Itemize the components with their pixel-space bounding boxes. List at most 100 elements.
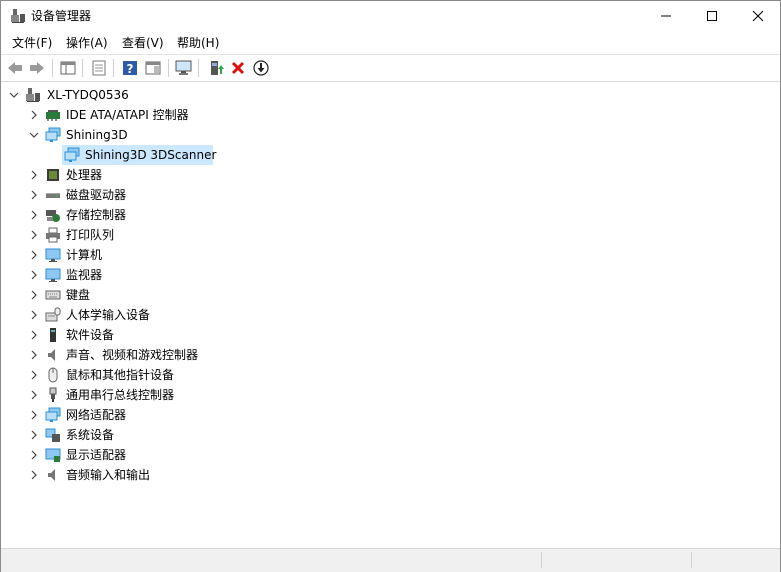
monitor-icon [45,268,61,282]
expand-expander[interactable] [28,345,40,365]
expand-expander[interactable] [28,425,40,445]
menu-file[interactable]: 文件(F) [10,35,54,51]
network-adapter-icon [45,407,61,422]
tree-item-keyboards[interactable]: 键盘 [1,285,151,305]
expand-expander[interactable] [28,305,40,325]
device-manager-icon [11,9,25,23]
tree-item-processors[interactable]: 处理器 [1,165,151,185]
help-button[interactable]: ? [121,59,139,77]
tree-item-shining3d[interactable]: Shining3D [1,125,151,145]
tree-item-ide-controllers[interactable]: IDE ATA/ATAPI 控制器 [1,105,231,125]
maximize-button[interactable] [689,1,735,31]
menu-help[interactable]: 帮助(H) [175,35,221,51]
speaker-icon [48,349,55,361]
mouse-icon [48,367,58,383]
tree-item-network-adapters[interactable]: 网络适配器 [1,405,151,425]
tree-item-human-interface-devices[interactable]: 人体学输入设备 [1,305,161,325]
status-bar-divider [541,552,542,568]
chevron-right-icon [31,270,37,280]
tree-item-label: 声音、视频和游戏控制器 [66,348,199,362]
display-adapter-icon [45,448,61,462]
keyboard-icon [45,290,61,300]
chevron-down-icon [29,132,39,138]
back-button[interactable] [6,59,24,77]
tree-item-label: 磁盘驱动器 [66,188,127,202]
menu-action[interactable]: 操作(A) [64,35,110,51]
tree-item-label: 系统设备 [66,428,115,442]
disable-device-button[interactable] [252,59,270,77]
disk-drive-icon [46,193,60,198]
tree-item-label: 监视器 [66,268,103,282]
close-button[interactable] [735,1,781,31]
software-device-icon [50,328,56,342]
device-tree: XL-TYDQ0536 IDE ATA/ATAPI 控制器 Shining3D [1,85,780,545]
tree-item-label: 显示适配器 [66,448,127,462]
scan-hardware-button[interactable] [175,59,193,77]
tree-item-mice-pointing-devices[interactable]: 鼠标和其他指针设备 [1,365,191,385]
tree-item-monitors[interactable]: 监视器 [1,265,151,285]
expand-expander[interactable] [28,105,40,125]
expand-expander[interactable] [28,445,40,465]
forward-button[interactable] [28,59,46,77]
tree-item-display-adapters[interactable]: 显示适配器 [1,445,151,465]
menu-view[interactable]: 查看(V) [120,35,166,51]
title-bar[interactable]: 设备管理器 [1,1,780,31]
tree-item-sound-video-game-controllers[interactable]: 声音、视频和游戏控制器 [1,345,211,365]
tree-item-label: 软件设备 [66,328,115,342]
processor-icon [47,169,59,181]
chevron-right-icon [31,470,37,480]
chevron-right-icon [31,390,37,400]
tree-item-label: 音频输入和输出 [66,468,151,482]
close-icon [752,10,764,22]
tree-item-storage-controllers[interactable]: 存储控制器 [1,205,151,225]
expand-expander[interactable] [28,185,40,205]
toolbar-separator [82,59,83,77]
expand-expander[interactable] [28,265,40,285]
minimize-button[interactable] [643,1,689,31]
properties-icon [92,60,106,76]
forward-icon [30,62,44,74]
tree-item-usb-controllers[interactable]: 通用串行总线控制器 [1,385,191,405]
tree-item-label: 键盘 [66,288,91,302]
computer-monitor-icon [45,248,61,262]
update-driver-button[interactable] [207,59,225,77]
tree-item-label: Shining3D [66,128,128,142]
chevron-right-icon [31,450,37,460]
expand-expander[interactable] [28,225,40,245]
tree-root[interactable]: XL-TYDQ0536 [1,85,201,105]
tree-item-label: IDE ATA/ATAPI 控制器 [66,108,189,122]
tree-item-audio-inputs-outputs[interactable]: 音频输入和输出 [1,465,161,485]
tree-item-system-devices[interactable]: 系统设备 [1,425,151,445]
scan-hardware-icon [175,60,192,75]
show-hide-console-tree-button[interactable] [59,59,77,77]
properties-button[interactable] [90,59,108,77]
tree-item-print-queues[interactable]: 打印队列 [1,225,151,245]
tree-item-disk-drives[interactable]: 磁盘驱动器 [1,185,151,205]
minimize-icon [661,15,671,17]
expand-expander[interactable] [28,205,40,225]
tree-item-shining3d-3dscanner[interactable]: Shining3D 3DScanner [62,145,216,165]
expand-expander[interactable] [28,405,40,425]
computer-icon [26,88,40,102]
tree-item-label: 打印队列 [66,228,115,242]
network-device-icon [45,127,61,142]
expand-expander[interactable] [28,325,40,345]
tree-item-computer[interactable]: 计算机 [1,245,151,265]
action-pane-button[interactable] [144,59,162,77]
collapse-root-expander[interactable] [8,85,20,105]
device-manager-window: 设备管理器 文件(F) 操作(A) 查看(V) 帮助(H) ? XL-TYDQ0… [0,0,781,572]
collapse-expander[interactable] [28,125,40,145]
uninstall-device-button[interactable] [229,59,247,77]
tree-item-software-devices[interactable]: 软件设备 [1,325,151,345]
expand-expander[interactable] [28,165,40,185]
expand-expander[interactable] [28,365,40,385]
network-device-icon [64,147,80,162]
toolbar: ? [1,54,780,82]
tree-item-label: 计算机 [66,248,103,262]
expand-expander[interactable] [28,285,40,305]
expand-expander[interactable] [28,385,40,405]
expand-expander[interactable] [28,465,40,485]
toolbar-separator [113,59,114,77]
expand-expander[interactable] [28,245,40,265]
printer-icon [46,227,60,243]
